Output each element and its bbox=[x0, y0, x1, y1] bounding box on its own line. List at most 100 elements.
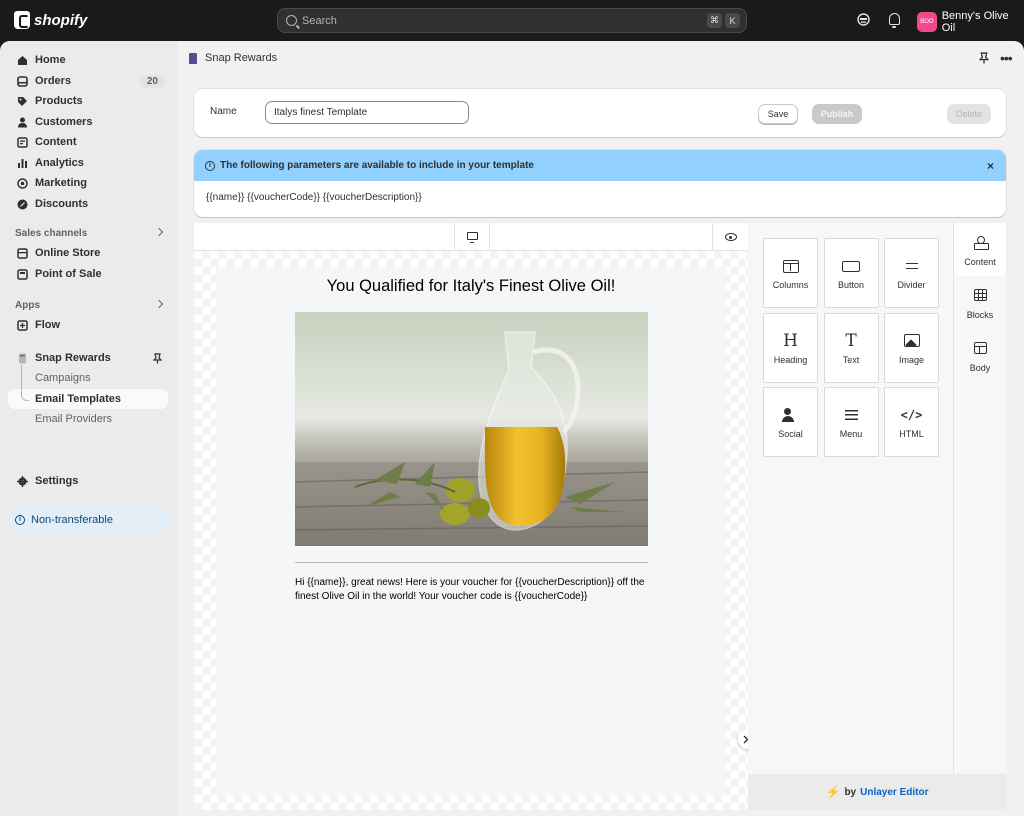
notifications-bell-icon[interactable] bbox=[889, 13, 900, 28]
sidebar-item-label: Online Store bbox=[35, 247, 101, 260]
email-body-text[interactable]: Hi {{name}}, great news! Here is your vo… bbox=[295, 576, 648, 604]
flow-icon bbox=[17, 320, 28, 331]
footer-brand[interactable]: Unlayer Editor bbox=[860, 787, 928, 798]
desktop-view-button[interactable] bbox=[454, 223, 490, 251]
delete-button[interactable]: Delete bbox=[947, 104, 991, 124]
tool-button[interactable]: Button bbox=[823, 238, 879, 308]
preview-button[interactable] bbox=[712, 223, 748, 251]
sidebar-sub-item-label: Campaigns bbox=[35, 372, 91, 385]
sidebar-item-home[interactable]: Home bbox=[0, 50, 178, 71]
person-icon bbox=[18, 117, 27, 127]
sales-channels-label: Sales channels bbox=[15, 227, 88, 239]
tool-divider[interactable]: Divider bbox=[884, 238, 939, 308]
sidebar-item-orders[interactable]: Orders 20 bbox=[0, 71, 178, 92]
template-name-card: Name Italys finest Template Save Publish… bbox=[194, 89, 1006, 137]
tool-label: Menu bbox=[839, 429, 863, 439]
sidebar-sub-item-label: Email Providers bbox=[35, 413, 113, 426]
sidebar-item-discounts[interactable]: Discounts bbox=[0, 194, 178, 215]
sidebar-item-settings[interactable]: Settings bbox=[0, 471, 178, 492]
publish-button[interactable]: Publish bbox=[812, 104, 862, 124]
sidebar-item-products[interactable]: Products bbox=[0, 91, 178, 112]
apps-header[interactable]: Apps bbox=[0, 295, 178, 315]
store-account-menu[interactable]: BOO Benny's Olive Oil bbox=[917, 10, 1024, 34]
sidebar-item-point-of-sale[interactable]: Point of Sale bbox=[0, 264, 178, 285]
email-heading[interactable]: You Qualified for Italy's Finest Olive O… bbox=[216, 277, 726, 296]
tool-label: Divider bbox=[897, 280, 926, 290]
lightning-icon: ⚡ bbox=[825, 785, 841, 799]
email-divider[interactable] bbox=[295, 562, 648, 563]
olive-oil-image[interactable] bbox=[295, 312, 648, 546]
more-actions-icon[interactable]: ••• bbox=[1000, 50, 1013, 66]
sidebar-item-label: Products bbox=[35, 95, 83, 108]
snap-rewards-app-icon bbox=[19, 353, 26, 363]
tool-image[interactable]: Image bbox=[884, 312, 939, 383]
olive-oil-illustration bbox=[295, 312, 648, 546]
eye-icon bbox=[725, 233, 737, 241]
tool-label: Text bbox=[842, 354, 860, 365]
tool-html[interactable]: </> HTML bbox=[884, 387, 939, 457]
tab-content[interactable]: Content bbox=[954, 223, 1006, 276]
sidebar-sub-item-email-templates[interactable]: Email Templates bbox=[8, 388, 168, 409]
pin-icon[interactable] bbox=[153, 352, 162, 364]
canvas-toolbar bbox=[194, 223, 748, 251]
tabs-filler bbox=[954, 382, 1007, 774]
tool-columns[interactable]: Columns bbox=[763, 238, 818, 308]
sidebar-item-label: Flow bbox=[35, 319, 61, 332]
tool-label: Button bbox=[837, 280, 865, 290]
top-bar: shopify Search ⌘ K BOO Benny's Olive Oil bbox=[0, 0, 1024, 41]
sidebar-item-flow[interactable]: Flow bbox=[0, 315, 178, 336]
sidebar-item-label: Analytics bbox=[35, 156, 84, 169]
editor-side-tabs: Content Blocks Body bbox=[953, 223, 1007, 774]
sidebar-item-label: Settings bbox=[35, 475, 79, 488]
tab-blocks[interactable]: Blocks bbox=[954, 276, 1006, 329]
tool-heading[interactable]: H Heading bbox=[763, 312, 818, 383]
non-transferable-notice[interactable]: i Non-transferable bbox=[7, 507, 171, 532]
shapes-icon bbox=[974, 236, 989, 250]
store-name: Benny's Olive Oil bbox=[941, 10, 1009, 34]
tool-text[interactable]: T Text bbox=[823, 312, 879, 383]
sidebar-item-analytics[interactable]: Analytics bbox=[0, 153, 178, 174]
home-icon bbox=[18, 56, 27, 65]
tab-body[interactable]: Body bbox=[954, 329, 1006, 382]
shopify-logo[interactable]: shopify bbox=[14, 11, 87, 29]
content-icon bbox=[17, 137, 28, 148]
settings-wrap: Settings bbox=[0, 471, 178, 492]
image-icon bbox=[903, 334, 920, 347]
sidebar-item-label: Content bbox=[35, 136, 77, 149]
sidebar-item-label: Home bbox=[35, 54, 66, 67]
sales-channels-header[interactable]: Sales channels bbox=[0, 223, 178, 243]
banner-params: {{name}} {{voucherCode}} {{voucherDescri… bbox=[206, 192, 422, 203]
tool-menu[interactable]: Menu bbox=[823, 387, 879, 457]
tree-connector bbox=[21, 365, 29, 401]
sidebar-sub-item-email-providers[interactable]: Email Providers bbox=[0, 409, 178, 430]
logo-text: shopify bbox=[34, 11, 88, 29]
sidebar-sub-item-label: Email Templates bbox=[35, 392, 121, 405]
save-button[interactable]: Save bbox=[758, 104, 798, 124]
text-icon: T bbox=[845, 330, 857, 351]
tool-label: Social bbox=[778, 429, 803, 439]
email-canvas: You Qualified for Italy's Finest Olive O… bbox=[194, 223, 748, 810]
email-template-body[interactable]: You Qualified for Italy's Finest Olive O… bbox=[216, 267, 726, 795]
shopify-bag-icon bbox=[14, 11, 30, 29]
close-icon[interactable]: × bbox=[987, 159, 994, 173]
content-tools-panel: Columns Button Divider H Heading T Text … bbox=[748, 223, 953, 774]
search-bar[interactable]: Search ⌘ K bbox=[277, 8, 747, 33]
shortcut-key-k: K bbox=[725, 13, 740, 28]
tool-social[interactable]: Social bbox=[763, 387, 818, 457]
sidebar-item-content[interactable]: Content bbox=[0, 132, 178, 153]
pos-icon bbox=[17, 268, 28, 280]
template-name-input[interactable]: Italys finest Template bbox=[265, 101, 469, 124]
grid-icon bbox=[974, 289, 987, 301]
sidekick-icon[interactable] bbox=[856, 13, 870, 27]
apps-label: Apps bbox=[15, 299, 40, 311]
sidebar-item-label: Marketing bbox=[35, 177, 87, 190]
unlayer-footer[interactable]: ⚡ by Unlayer Editor bbox=[748, 774, 1006, 810]
pin-icon[interactable] bbox=[979, 52, 989, 64]
target-icon bbox=[17, 178, 28, 189]
banner-title: The following parameters are available t… bbox=[220, 160, 534, 171]
snap-rewards-app-icon bbox=[189, 52, 197, 64]
sidebar-item-marketing[interactable]: Marketing bbox=[0, 173, 178, 194]
sidebar-item-customers[interactable]: Customers bbox=[0, 112, 178, 133]
banner-header: i The following parameters are available… bbox=[194, 150, 1006, 181]
sidebar-item-online-store[interactable]: Online Store bbox=[0, 243, 178, 264]
